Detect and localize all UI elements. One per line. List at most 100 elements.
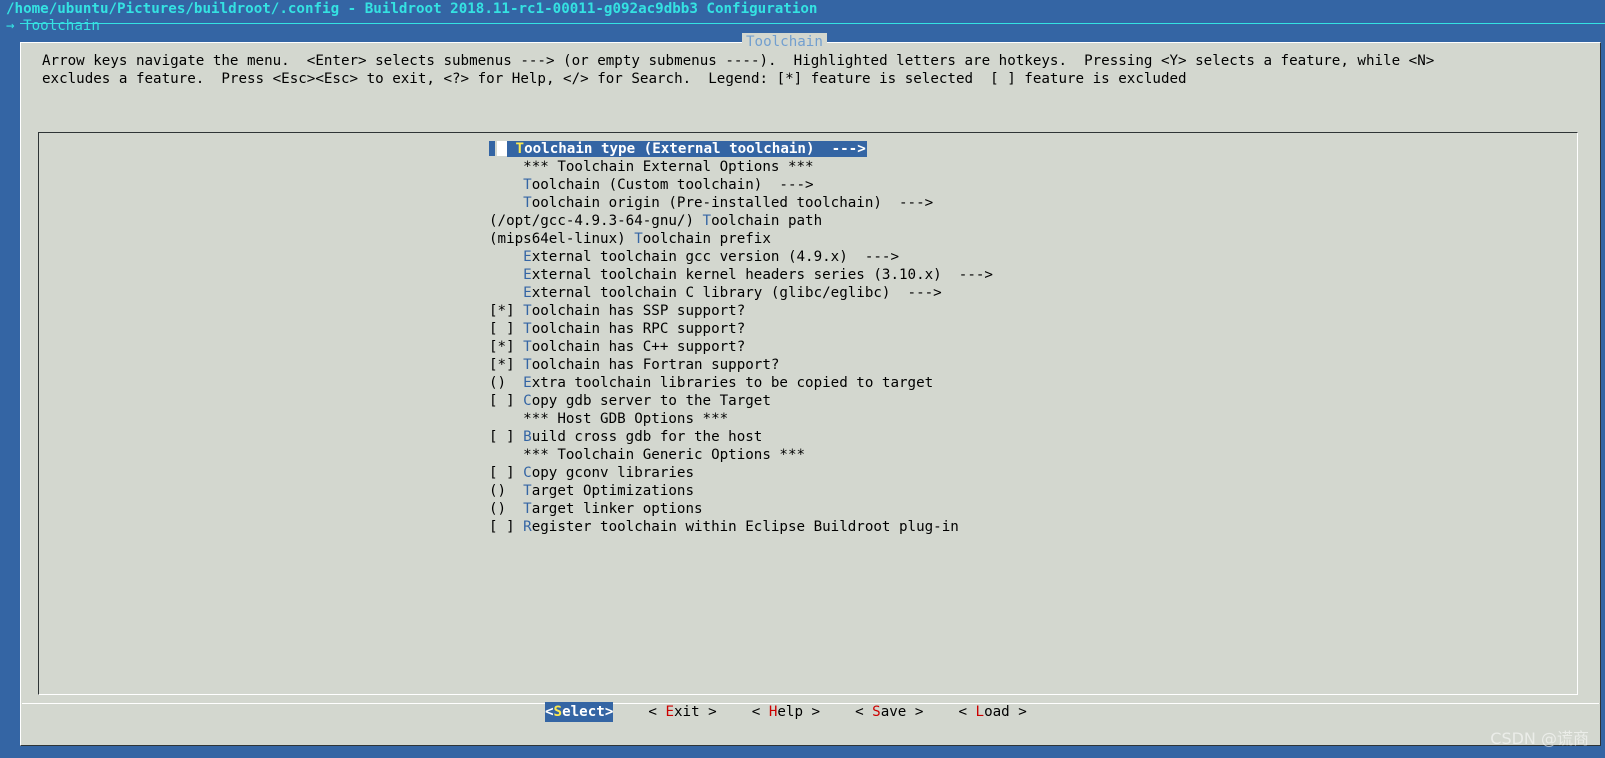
menu-item-label: *** Host GDB Options *** — [523, 411, 729, 427]
button-text: > — [802, 704, 821, 720]
menu-item-prefix: [ ] — [489, 465, 524, 481]
menu-item-prefix — [489, 159, 523, 175]
menu-item-label: arget Optimizations — [531, 483, 695, 499]
menu-item-label: opy gdb server to the Target — [531, 393, 771, 409]
help-button[interactable]: < Help > — [752, 702, 820, 722]
menu-item-prefix: [ ] — [489, 393, 524, 409]
exit-button[interactable]: < Exit > — [648, 702, 716, 722]
hotkey-letter: T — [523, 303, 532, 319]
hotkey-letter: T — [634, 231, 643, 247]
menu-item-label: opy gconv libraries — [531, 465, 695, 481]
menu-item-prefix: () — [489, 501, 524, 517]
hotkey-letter: T — [523, 501, 532, 517]
hotkey-letter: C — [523, 465, 532, 481]
menu-item[interactable]: () Target Optimizations — [489, 482, 993, 500]
menu-item-label: uild cross gdb for the host — [531, 429, 763, 445]
button-text: > — [1009, 704, 1027, 720]
menu-item[interactable]: [*] Toolchain has C++ support? — [489, 338, 993, 356]
menu-item[interactable]: Toolchain type (External toolchain) ---> — [489, 140, 993, 158]
hotkey-letter: E — [523, 285, 532, 301]
selection-highlight: Toolchain type (External toolchain) ---> — [507, 141, 867, 157]
menu-item-prefix — [489, 177, 523, 193]
hotkey-letter: T — [702, 213, 712, 229]
help-text: Arrow keys navigate the menu. <Enter> se… — [42, 52, 1434, 88]
button-text: ave — [880, 704, 907, 720]
cursor-block — [497, 141, 507, 156]
button-text: elect — [562, 704, 605, 720]
hotkey-letter: T — [523, 357, 532, 373]
menu-item[interactable]: () Target linker options — [489, 500, 993, 518]
menu-item-label: *** Toolchain Generic Options *** — [523, 447, 806, 463]
cursor-marker — [489, 141, 495, 156]
hotkey-letter: T — [523, 321, 532, 337]
button-text: < — [545, 704, 554, 720]
menu-item[interactable]: [*] Toolchain has Fortran support? — [489, 356, 993, 374]
menu-item[interactable]: *** Host GDB Options *** — [489, 410, 993, 428]
menu-item-prefix — [489, 285, 523, 301]
button-text: < — [751, 704, 769, 720]
menu-item-label: oolchain has SSP support? — [531, 303, 746, 319]
button-text: > — [699, 704, 717, 720]
help-line: excludes a feature. Press <Esc><Esc> to … — [42, 71, 1187, 87]
menu-item[interactable]: [ ] Register toolchain within Eclipse Bu… — [489, 518, 993, 536]
load-button[interactable]: < Load > — [958, 702, 1026, 722]
menu-item[interactable]: (mips64el-linux) Toolchain prefix — [489, 230, 993, 248]
menu-item-prefix — [489, 267, 523, 283]
button-hotkey: L — [975, 704, 985, 720]
menu-item[interactable]: [ ] Toolchain has RPC support? — [489, 320, 993, 338]
save-button[interactable]: < Save > — [855, 702, 923, 722]
menu-item-label: xternal toolchain C library (glibc/eglib… — [531, 285, 942, 301]
hotkey-letter: B — [523, 429, 532, 445]
hotkey-letter: T — [523, 339, 532, 355]
hotkey-letter: E — [523, 249, 532, 265]
menu-item[interactable]: [ ] Build cross gdb for the host — [489, 428, 993, 446]
menu-item[interactable]: Toolchain (Custom toolchain) ---> — [489, 176, 993, 194]
menu-item[interactable]: *** Toolchain Generic Options *** — [489, 446, 993, 464]
select-button[interactable]: <Select> — [545, 702, 614, 722]
menu-item[interactable]: External toolchain gcc version (4.9.x) -… — [489, 248, 993, 266]
button-text: elp — [777, 704, 803, 720]
menu-item[interactable]: [*] Toolchain has SSP support? — [489, 302, 993, 320]
menu-item[interactable]: [ ] Copy gdb server to the Target — [489, 392, 993, 410]
menu-item[interactable]: *** Toolchain External Options *** — [489, 158, 993, 176]
hotkey-letter: E — [523, 267, 532, 283]
menu-item[interactable]: External toolchain C library (glibc/egli… — [489, 284, 993, 302]
menu-item[interactable]: (/opt/gcc-4.9.3-64-gnu/) Toolchain path — [489, 212, 993, 230]
menu-item-label: egister toolchain within Eclipse Buildro… — [531, 519, 959, 535]
help-line: Arrow keys navigate the menu. <Enter> se… — [42, 53, 1435, 69]
hotkey-letter: T — [523, 483, 532, 499]
button-text: < — [648, 704, 666, 720]
menu-item-prefix — [489, 195, 523, 211]
menu-item-label: oolchain has C++ support? — [531, 339, 746, 355]
hotkey-letter: E — [523, 375, 532, 391]
menu-item-label: oolchain prefix — [642, 231, 771, 247]
hotkey-letter: T — [515, 141, 525, 157]
menu-item-label: xternal toolchain kernel headers series … — [531, 267, 993, 283]
hotkey-letter: C — [523, 393, 532, 409]
breadcrumb: → Toolchain — [6, 18, 100, 34]
menu-item-prefix: [*] — [489, 357, 524, 373]
menu-item-prefix: () — [489, 375, 524, 391]
menu-item-prefix: [ ] — [489, 429, 524, 445]
menu-item-prefix: () — [489, 483, 524, 499]
menu-item-prefix: (mips64el-linux) — [489, 231, 635, 247]
menu-item-prefix — [489, 447, 523, 463]
menu-item-label: xternal toolchain gcc version (4.9.x) --… — [531, 249, 900, 265]
menu-item[interactable]: Toolchain origin (Pre-installed toolchai… — [489, 194, 993, 212]
menu-item-prefix — [489, 411, 523, 427]
window-title: /home/ubuntu/Pictures/buildroot/.config … — [6, 1, 818, 17]
menu-item-prefix: [ ] — [489, 519, 524, 535]
button-text: < — [958, 704, 976, 720]
menu-item-label: oolchain (Custom toolchain) ---> — [531, 177, 814, 193]
button-text: > — [906, 704, 924, 720]
menu-item-label: oolchain has Fortran support? — [531, 357, 780, 373]
menu-item-prefix: (/opt/gcc-4.9.3-64-gnu/) — [489, 213, 703, 229]
menu-item-label: oolchain type (External toolchain) ---> — [524, 141, 866, 157]
button-text: < — [855, 704, 873, 720]
menu-item-label: xtra toolchain libraries to be copied to… — [531, 375, 934, 391]
menu-item[interactable]: External toolchain kernel headers series… — [489, 266, 993, 284]
menu-item-label: oolchain has RPC support? — [531, 321, 746, 337]
button-hotkey: S — [872, 704, 881, 720]
menu-item[interactable]: () Extra toolchain libraries to be copie… — [489, 374, 993, 392]
menu-item[interactable]: [ ] Copy gconv libraries — [489, 464, 993, 482]
